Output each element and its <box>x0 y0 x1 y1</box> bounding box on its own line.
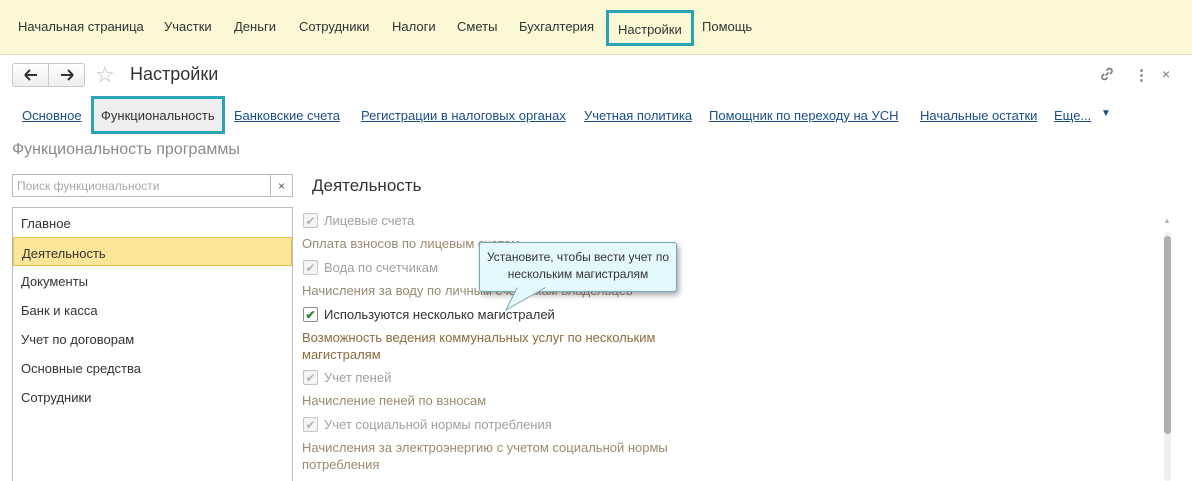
arrow-left-icon <box>23 69 37 81</box>
category-item-main[interactable]: Главное <box>13 208 292 237</box>
tab-accounting-policy[interactable]: Учетная политика <box>584 108 692 123</box>
category-item-activity[interactable]: Деятельность <box>13 237 292 266</box>
menu-item-estimates[interactable]: Сметы <box>457 19 497 34</box>
search-box: × <box>12 174 293 197</box>
tab-tax-registrations[interactable]: Регистрации в налоговых органах <box>361 108 566 123</box>
back-button[interactable] <box>13 64 48 86</box>
option-label: Учет социальной нормы потребления <box>324 417 552 432</box>
menu-item-taxes[interactable]: Налоги <box>392 19 436 34</box>
scrollbar-thumb[interactable] <box>1164 236 1171 434</box>
tooltip: Установите, чтобы вести учет по нескольк… <box>479 242 677 292</box>
checkmark-icon: ✔ <box>305 370 316 385</box>
menu-item-employees[interactable]: Сотрудники <box>299 19 369 34</box>
menu-item-accounting[interactable]: Бухгалтерия <box>519 19 594 34</box>
link-icon[interactable] <box>1099 66 1115 86</box>
menu-item-home[interactable]: Начальная страница <box>18 19 144 34</box>
clear-icon[interactable]: × <box>270 175 292 196</box>
scroll-up-icon[interactable]: ▲ <box>1163 216 1171 225</box>
category-item-bank-cash[interactable]: Банк и касса <box>13 295 292 324</box>
star-icon[interactable]: ☆ <box>95 62 115 88</box>
close-icon[interactable]: × <box>1162 66 1170 82</box>
checkbox-social-norm[interactable]: ✔ <box>303 417 318 432</box>
option-description: Начисления за электроэнергию с учетом со… <box>302 440 668 472</box>
checkmark-icon: ✔ <box>305 260 316 275</box>
category-list: Главное Деятельность Документы Банк и ка… <box>12 207 293 481</box>
tooltip-pointer <box>504 284 550 312</box>
tab-opening-balances[interactable]: Начальные остатки <box>920 108 1037 123</box>
option-label: Вода по счетчикам <box>324 260 438 275</box>
tab-more[interactable]: Еще... <box>1054 108 1091 123</box>
category-item-documents[interactable]: Документы <box>13 266 292 295</box>
checkmark-icon: ✔ <box>305 213 316 228</box>
option-label: Учет пеней <box>324 370 392 385</box>
tab-usn-assistant[interactable]: Помощник по переходу на УСН <box>709 108 899 123</box>
tab-functionality[interactable]: Функциональность <box>91 96 225 134</box>
checkbox-penalties[interactable]: ✔ <box>303 370 318 385</box>
more-vertical-icon[interactable]: ⋮ <box>1134 66 1149 84</box>
panel-title: Деятельность <box>312 176 422 195</box>
tab-main[interactable]: Основное <box>22 108 82 123</box>
category-item-employees[interactable]: Сотрудники <box>13 382 292 411</box>
tab-bank-accounts[interactable]: Банковские счета <box>234 108 340 123</box>
checkmark-icon: ✔ <box>305 417 316 432</box>
menu-item-money[interactable]: Деньги <box>234 19 276 34</box>
checkbox-multiple-mains[interactable]: ✔ <box>303 307 318 322</box>
category-item-contracts[interactable]: Учет по договорам <box>13 324 292 353</box>
checkmark-icon: ✔ <box>305 307 316 322</box>
checkbox-personal-accounts[interactable]: ✔ <box>303 213 318 228</box>
option-label: Лицевые счета <box>324 213 415 228</box>
page-title: Настройки <box>130 64 219 84</box>
top-menu: Начальная страница Участки Деньги Сотруд… <box>0 0 1192 55</box>
chevron-down-icon[interactable]: ▼ <box>1101 108 1111 119</box>
menu-item-plots[interactable]: Участки <box>164 19 212 34</box>
category-item-fixed-assets[interactable]: Основные средства <box>13 353 292 382</box>
menu-item-settings[interactable]: Настройки <box>606 10 694 46</box>
search-input[interactable] <box>13 175 271 196</box>
checkbox-water-meters[interactable]: ✔ <box>303 260 318 275</box>
arrow-right-icon <box>60 69 74 81</box>
section-title: Функциональность программы <box>12 141 240 158</box>
option-description: Возможность ведения коммунальных услуг п… <box>302 330 656 362</box>
option-description: Начисление пеней по взносам <box>302 393 487 408</box>
forward-button[interactable] <box>48 64 84 86</box>
history-nav <box>12 63 85 87</box>
menu-item-help[interactable]: Помощь <box>702 19 752 34</box>
